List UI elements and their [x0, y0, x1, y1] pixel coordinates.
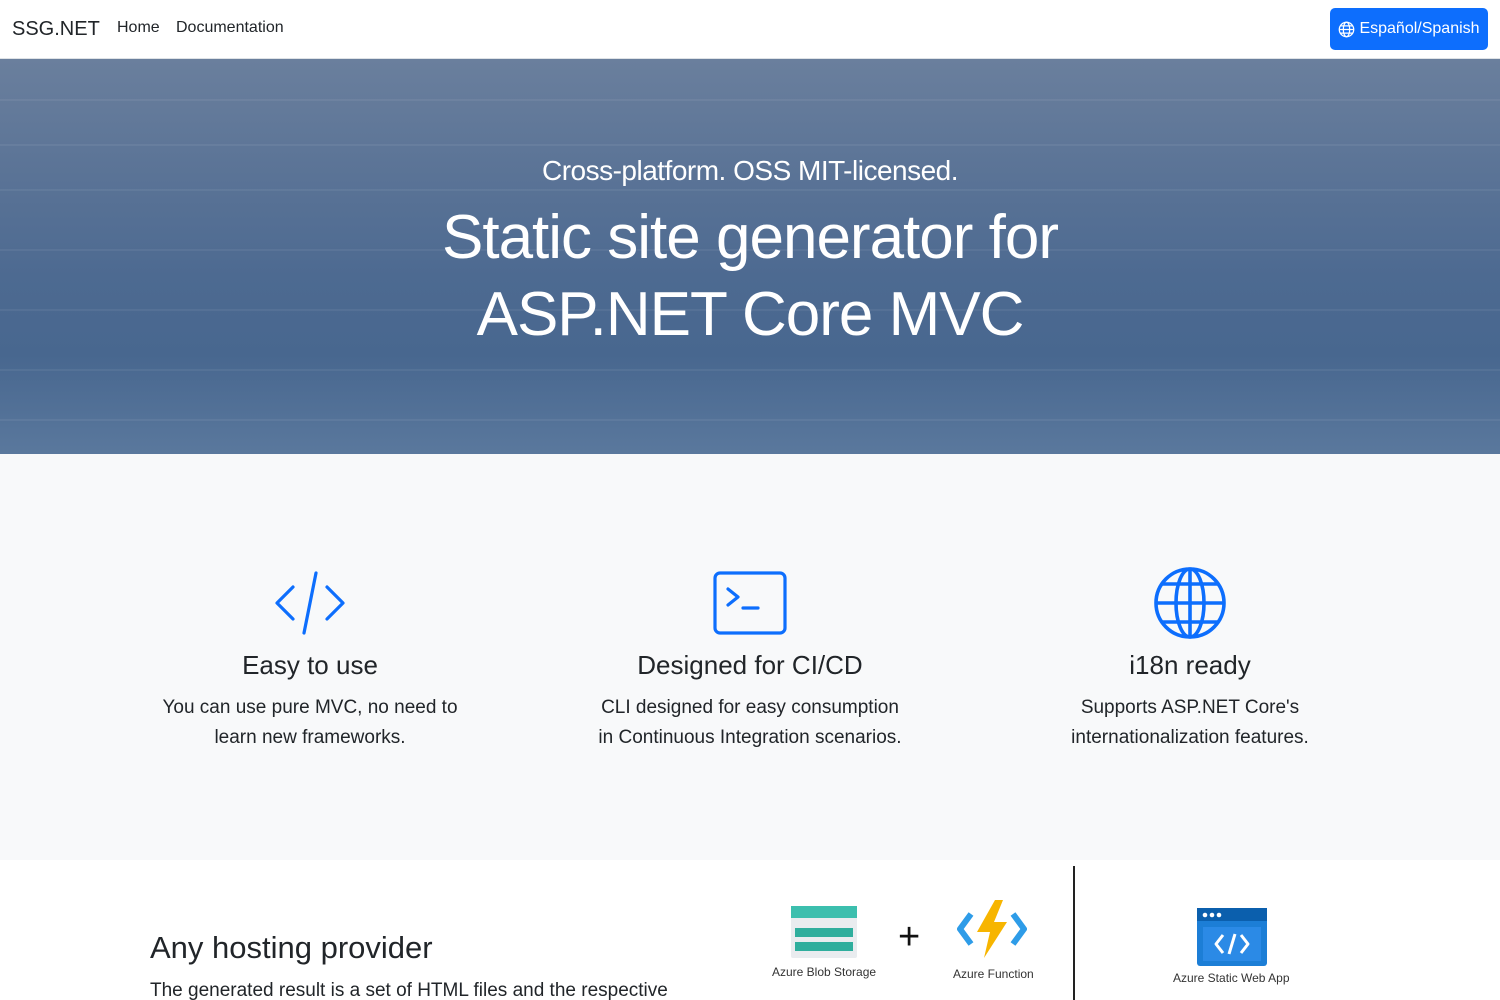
- hero-title: Static site generator for ASP.NET Core M…: [0, 199, 1500, 353]
- nav-link-home[interactable]: Home: [117, 19, 160, 37]
- globe-icon: [1339, 21, 1355, 37]
- hosting-description: The generated result is a set of HTML fi…: [150, 980, 668, 1000]
- nav-link-documentation[interactable]: Documentation: [176, 19, 284, 37]
- azure-function-label: Azure Function: [953, 967, 1034, 981]
- brand-logo[interactable]: SSG.NET: [12, 18, 100, 41]
- feature-i18n: i18n ready Supports ASP.NET Core's inter…: [1010, 566, 1370, 753]
- azure-blob-storage-icon: [791, 906, 857, 958]
- feature-title: Designed for CI/CD: [637, 650, 863, 680]
- feature-title: Easy to use: [242, 650, 378, 680]
- language-switch-label: Español/Spanish: [1359, 20, 1480, 37]
- feature-description: CLI designed for easy consumption in Con…: [598, 697, 902, 748]
- feature-title: i18n ready: [1129, 650, 1251, 680]
- hero-subtitle: Cross-platform. OSS MIT-licensed.: [541, 155, 959, 186]
- features-section: Easy to use You can use pure MVC, no nee…: [0, 454, 1500, 860]
- language-switch-button[interactable]: Español/Spanish: [1330, 8, 1488, 50]
- hosting-diagram: Azure Blob Storage + Azure Function Azur…: [760, 866, 1500, 1000]
- azure-function-icon: [957, 900, 1027, 958]
- terminal-icon: [713, 571, 787, 635]
- azure-blob-storage-label: Azure Blob Storage: [772, 965, 877, 979]
- diagram-divider: [1073, 866, 1075, 1000]
- code-icon: [275, 571, 345, 635]
- feature-ci-cd: Designed for CI/CD CLI designed for easy…: [570, 566, 930, 753]
- navbar: SSG.NET Home Documentation Español/Spani…: [0, 0, 1500, 59]
- feature-description: You can use pure MVC, no need to learn n…: [162, 697, 458, 748]
- feature-easy-to-use: Easy to use You can use pure MVC, no nee…: [130, 566, 490, 753]
- azure-static-web-app-icon: [1197, 908, 1267, 966]
- hero-banner: Cross-platform. OSS MIT-licensed. Static…: [0, 59, 1500, 454]
- azure-static-web-app-label: Azure Static Web App: [1173, 971, 1290, 985]
- plus-sign: +: [898, 916, 921, 958]
- feature-description: Supports ASP.NET Core's internationaliza…: [1071, 697, 1309, 748]
- hero-title-line1: Static site generator for: [442, 203, 1059, 272]
- globe-icon: [1154, 567, 1226, 639]
- hosting-title: Any hosting provider: [150, 930, 433, 965]
- hero-title-line2: ASP.NET Core MVC: [476, 280, 1025, 349]
